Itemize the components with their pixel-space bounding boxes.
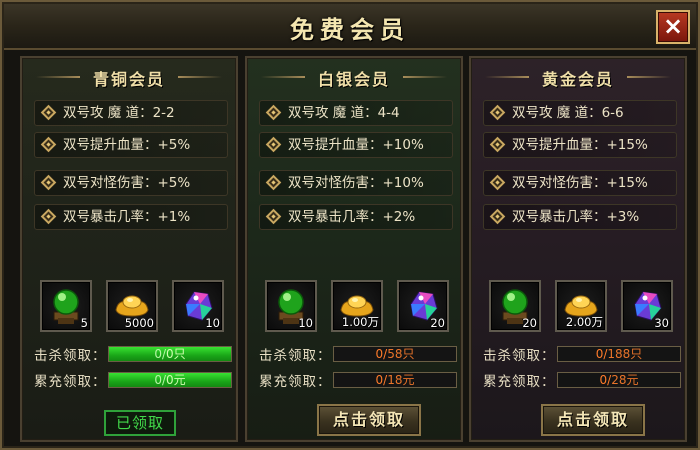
crit-rate-attr: 双号暴击几率：+2% <box>259 204 453 230</box>
item-count: 20 <box>522 316 537 330</box>
item-count: 5 <box>80 316 88 330</box>
header-divider <box>36 76 80 78</box>
kill-progress-bar: 0/0只 <box>108 346 232 362</box>
kill-claim-label: 击杀领取： <box>259 348 332 364</box>
bronze-member-panel: 青铜会员双号攻 魔 道：2-2 双号提升血量：+5% 双号对怪伤害：+5% 双号暴击几… <box>20 56 238 442</box>
recharge-current: 0 <box>154 373 162 387</box>
monster-damage-attr: 双号对怪伤害：+15% <box>483 170 677 196</box>
header-divider <box>627 76 671 78</box>
header-divider <box>485 76 529 78</box>
attr-text: 双号暴击几率：+2% <box>288 209 416 225</box>
recharge-claim-label: 累充领取： <box>483 374 556 390</box>
panel-header: 青铜会员 <box>30 62 228 92</box>
silver-member-panel: 白银会员双号攻 魔 道：4-4 双号提升血量：+10% 双号对怪伤害：+10% 双号暴… <box>245 56 463 442</box>
reward-item-slot[interactable]: 2.00万 <box>555 280 607 332</box>
kill-target: 0只 <box>166 347 186 361</box>
hp-boost-attr: 双号提升血量：+10% <box>259 132 453 158</box>
diamond-bullet-icon <box>265 208 282 225</box>
attack-attr: 双号攻 魔 道：2-2 <box>34 100 228 126</box>
kill-claim-label: 击杀领取： <box>34 348 107 364</box>
item-count: 1.00万 <box>341 315 379 329</box>
diamond-bullet-icon <box>265 136 282 153</box>
claimed-badge: 已领取 <box>104 410 176 436</box>
reward-item-slot[interactable]: 10 <box>265 280 317 332</box>
recharge-target: 28元 <box>611 373 639 387</box>
reward-item-slot[interactable]: 10 <box>172 280 224 332</box>
kill-progress-bar: 0/188只 <box>557 346 681 362</box>
recharge-current: 0 <box>375 373 384 387</box>
recharge-progress-bar: 0/28元 <box>557 372 681 388</box>
recharge-current: 0 <box>599 373 608 387</box>
kill-current: 0 <box>154 347 162 361</box>
item-count: 10 <box>205 316 220 330</box>
diamond-bullet-icon <box>40 208 57 225</box>
bronze-member-title: 青铜会员 <box>92 70 165 89</box>
gold-member-panel: 黄金会员双号攻 魔 道：6-6 双号提升血量：+15% 双号对怪伤害：+15% 双号暴… <box>469 56 687 442</box>
crit-rate-attr: 双号暴击几率：+3% <box>483 204 677 230</box>
recharge-target: 18元 <box>387 373 415 387</box>
attr-text: 双号攻 魔 道：4-4 <box>288 105 400 121</box>
kill-claim-label: 击杀领取： <box>483 348 556 364</box>
attr-text: 双号提升血量：+15% <box>512 137 648 153</box>
attack-attr: 双号攻 魔 道：6-6 <box>483 100 677 126</box>
diamond-bullet-icon <box>265 104 282 121</box>
attr-text: 双号对怪伤害：+10% <box>288 175 424 191</box>
window-title: 免费会员 <box>290 15 410 44</box>
reward-item-slot[interactable]: 30 <box>621 280 673 332</box>
recharge-claim-label: 累充领取： <box>34 374 107 390</box>
header-divider <box>178 76 222 78</box>
item-count: 20 <box>430 316 445 330</box>
kill-target: 58只 <box>387 347 415 361</box>
item-count: 10 <box>298 316 313 330</box>
item-count: 2.00万 <box>565 315 603 329</box>
reward-item-slot[interactable]: 1.00万 <box>331 280 383 332</box>
recharge-progress-bar: 0/0元 <box>108 372 232 388</box>
diamond-bullet-icon <box>40 136 57 153</box>
attr-text: 双号暴击几率：+1% <box>63 209 191 225</box>
item-count: 30 <box>654 316 669 330</box>
reward-item-slot[interactable]: 20 <box>397 280 449 332</box>
diamond-bullet-icon <box>40 104 57 121</box>
claim-button[interactable]: 点击领取 <box>317 404 421 436</box>
diamond-bullet-icon <box>489 208 506 225</box>
diamond-bullet-icon <box>489 104 506 121</box>
attr-text: 双号攻 魔 道：6-6 <box>512 105 624 121</box>
attack-attr: 双号攻 魔 道：4-4 <box>259 100 453 126</box>
diamond-bullet-icon <box>265 174 282 191</box>
reward-item-slot[interactable]: 5000 <box>106 280 158 332</box>
monster-damage-attr: 双号对怪伤害：+10% <box>259 170 453 196</box>
kill-current: 0 <box>375 347 384 361</box>
recharge-progress-bar: 0/18元 <box>333 372 457 388</box>
attr-text: 双号对怪伤害：+5% <box>63 175 191 191</box>
kill-progress-bar: 0/58只 <box>333 346 457 362</box>
crit-rate-attr: 双号暴击几率：+1% <box>34 204 228 230</box>
reward-item-slot[interactable]: 20 <box>489 280 541 332</box>
panel-header: 黄金会员 <box>479 62 677 92</box>
free-membership-window: 免费会员 × 青铜会员双号攻 魔 道：2-2 双号提升血量：+5% 双号对怪伤害：+… <box>0 0 700 450</box>
header-divider <box>403 76 447 78</box>
silver-member-title: 白银会员 <box>317 70 390 89</box>
panel-header: 白银会员 <box>255 62 453 92</box>
header-divider <box>261 76 305 78</box>
item-count: 5000 <box>124 316 154 330</box>
attr-text: 双号攻 魔 道：2-2 <box>63 105 175 121</box>
close-icon[interactable]: × <box>656 10 690 44</box>
attr-text: 双号提升血量：+5% <box>63 137 191 153</box>
title-bar: 免费会员 × <box>4 4 696 50</box>
attr-text: 双号暴击几率：+3% <box>512 209 640 225</box>
diamond-bullet-icon <box>489 136 506 153</box>
attr-text: 双号对怪伤害：+15% <box>512 175 648 191</box>
claim-button[interactable]: 点击领取 <box>541 404 645 436</box>
attr-text: 双号提升血量：+10% <box>288 137 424 153</box>
reward-item-slot[interactable]: 5 <box>40 280 92 332</box>
hp-boost-attr: 双号提升血量：+15% <box>483 132 677 158</box>
diamond-bullet-icon <box>40 174 57 191</box>
monster-damage-attr: 双号对怪伤害：+5% <box>34 170 228 196</box>
diamond-bullet-icon <box>489 174 506 191</box>
gold-member-title: 黄金会员 <box>541 70 614 89</box>
hp-boost-attr: 双号提升血量：+5% <box>34 132 228 158</box>
recharge-target: 0元 <box>166 373 186 387</box>
recharge-claim-label: 累充领取： <box>259 374 332 390</box>
kill-target: 188只 <box>607 347 643 361</box>
